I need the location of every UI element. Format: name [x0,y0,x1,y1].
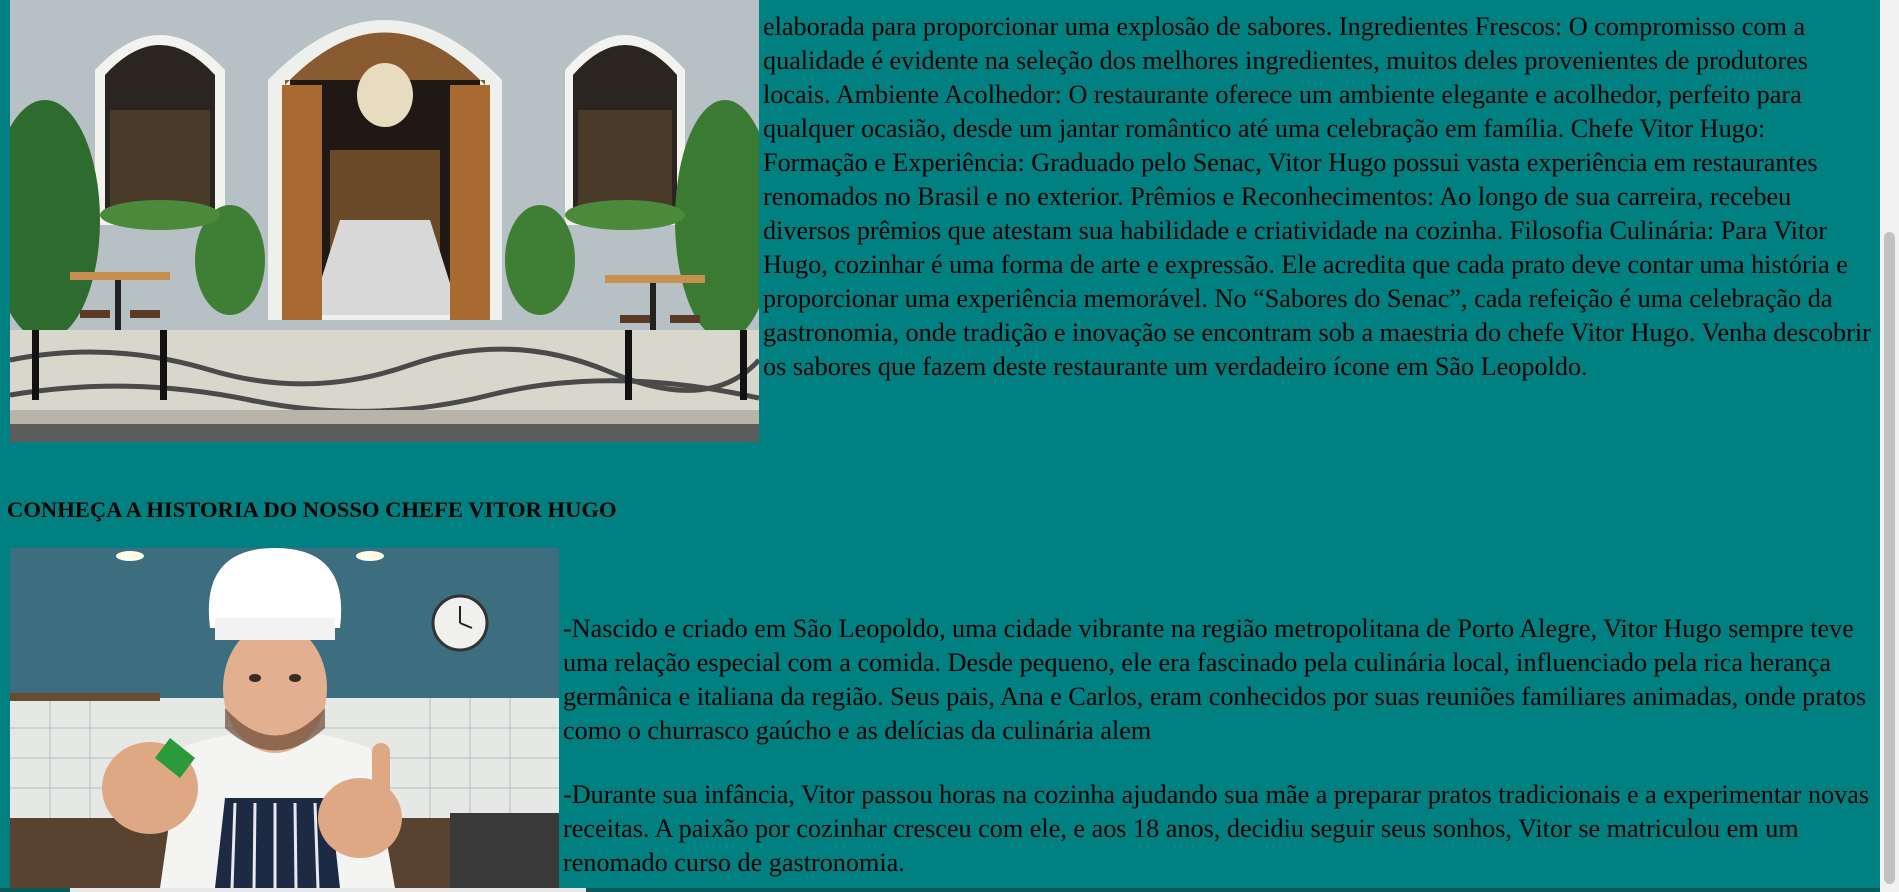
page: elaborada para proporcionar uma explosão… [0,0,1880,892]
restaurant-description: elaborada para proporcionar uma explosão… [763,2,1873,384]
restaurant-facade-image [10,0,759,442]
chef-section-heading: CONHEÇA A HISTORIA DO NOSSO CHEFE VITOR … [7,497,617,522]
horizontal-scrollbar[interactable] [0,888,1880,892]
chef-biography: -Nascido e criado em São Leopoldo, uma c… [563,612,1878,892]
chef-paragraph-childhood: -Nascido e criado em São Leopoldo, uma c… [563,614,1867,745]
horizontal-scrollbar-thumb[interactable] [70,888,586,892]
vertical-scrollbar[interactable] [1880,0,1899,892]
vertical-scrollbar-thumb[interactable] [1884,232,1895,884]
restaurant-paragraph: elaborada para proporcionar uma explosão… [763,12,1871,381]
chef-paragraph-training: -Durante sua infância, Vitor passou hora… [563,780,1870,877]
chef-image [10,548,559,888]
clipped-previous-line [763,2,1873,10]
